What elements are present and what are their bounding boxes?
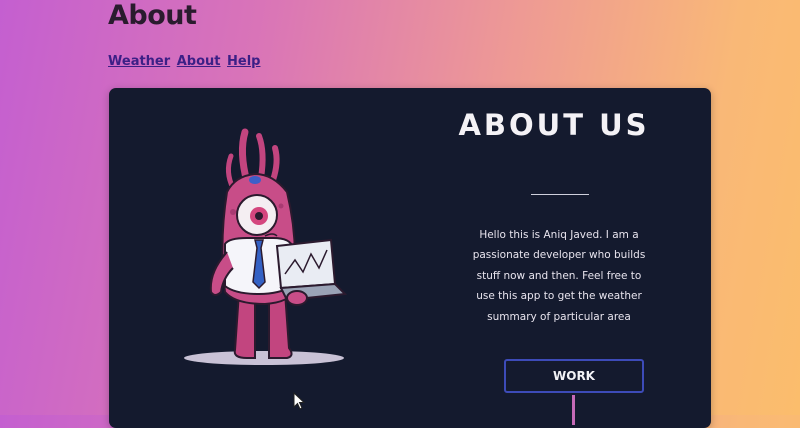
bio-text: Hello this is Aniq Javed. I am a passion…: [472, 228, 646, 323]
top-nav: Weather About Help: [108, 54, 262, 69]
decorative-line: [572, 395, 575, 425]
page-title: About: [108, 0, 197, 31]
nav-link-about[interactable]: About: [177, 54, 221, 69]
monster-illustration: [184, 128, 348, 365]
work-button[interactable]: WORK: [504, 359, 644, 393]
about-us-heading: ABOUT US: [458, 108, 650, 142]
about-card: ABOUT US Hello this is Aniq Javed. I am …: [109, 88, 711, 428]
heading-divider: [531, 194, 589, 195]
mouse-pointer-icon: [293, 392, 305, 410]
nav-link-help[interactable]: Help: [227, 54, 260, 69]
nav-link-weather[interactable]: Weather: [108, 54, 170, 69]
